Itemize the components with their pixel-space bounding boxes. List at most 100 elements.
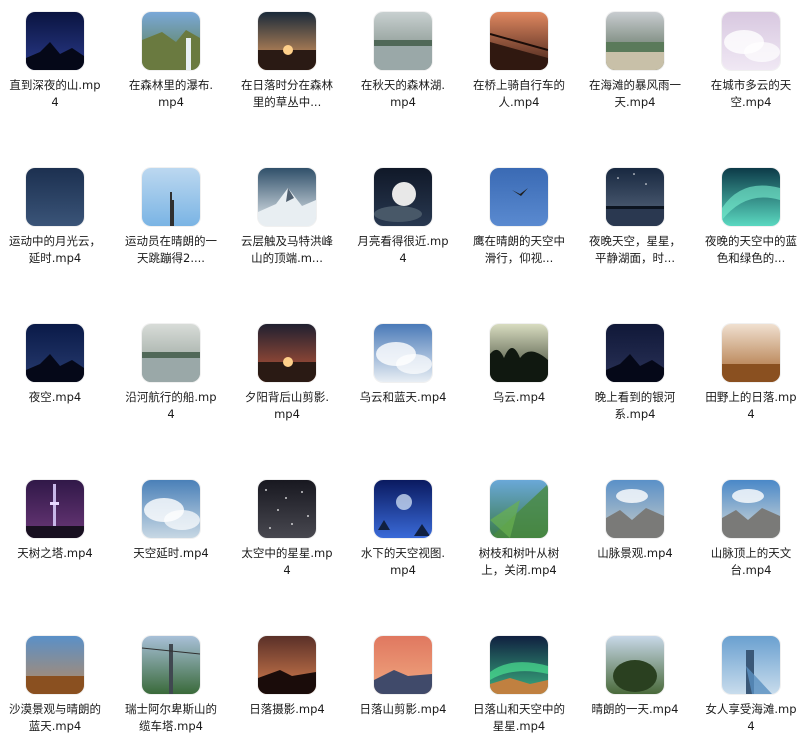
file-name-label: 乌云和蓝天.mp4 xyxy=(359,390,447,404)
file-item[interactable]: 乌云.mp4 xyxy=(469,324,569,406)
file-item[interactable]: 乌云和蓝天.mp4 xyxy=(353,324,453,406)
file-name-label: 沙漠景观与晴朗的蓝天.mp4 xyxy=(9,702,101,733)
dark-clouds-thumbnail[interactable] xyxy=(490,324,548,382)
moon-closeup-thumbnail[interactable] xyxy=(374,168,432,226)
file-item[interactable]: 夜晚天空，星星，平静湖面，时... xyxy=(585,168,685,267)
file-name-label: 瑞士阿尔卑斯山的缆车塔.mp4 xyxy=(125,702,217,733)
file-item[interactable]: 日落山剪影.mp4 xyxy=(353,636,453,718)
file-item[interactable]: 月亮看得很近.mp4 xyxy=(353,168,453,267)
file-name-label: 运动中的月光云，延时.mp4 xyxy=(9,234,101,265)
athlete-sky-thumbnail[interactable] xyxy=(142,168,200,226)
file-name-label: 晚上看到的银河系.mp4 xyxy=(594,390,676,421)
file-item[interactable]: 运动中的月光云，延时.mp4 xyxy=(5,168,105,267)
file-name-label: 月亮看得很近.mp4 xyxy=(357,234,449,265)
file-name-label: 在城市多云的天空.mp4 xyxy=(710,78,792,109)
sunny-day-thumbnail[interactable] xyxy=(606,636,664,694)
file-name-label: 在日落时分在森林里的草丛中... xyxy=(241,78,333,109)
field-sunset-thumbnail[interactable] xyxy=(722,324,780,382)
file-item[interactable]: 山脉顶上的天文台.mp4 xyxy=(701,480,800,579)
space-stars-thumbnail[interactable] xyxy=(258,480,316,538)
autumn-lake-thumbnail[interactable] xyxy=(374,12,432,70)
sunset-photography-thumbnail[interactable] xyxy=(258,636,316,694)
file-item[interactable]: 太空中的星星.mp4 xyxy=(237,480,337,579)
forest-waterfall-thumbnail[interactable] xyxy=(142,12,200,70)
file-item[interactable]: 日落山和天空中的星星.mp4 xyxy=(469,636,569,735)
file-item[interactable]: 晴朗的一天.mp4 xyxy=(585,636,685,718)
file-name-label: 夜晚的天空中的蓝色和绿色的... xyxy=(705,234,797,265)
file-item[interactable]: 晚上看到的银河系.mp4 xyxy=(585,324,685,423)
file-item[interactable]: 云层触及马特洪峰山的顶端.m... xyxy=(237,168,337,267)
file-item[interactable]: 沿河航行的船.mp4 xyxy=(121,324,221,423)
file-item[interactable]: 天空延时.mp4 xyxy=(121,480,221,562)
sunset-grass-thumbnail[interactable] xyxy=(258,12,316,70)
file-name-label: 乌云.mp4 xyxy=(492,390,546,404)
file-item[interactable]: 夜晚的天空中的蓝色和绿色的... xyxy=(701,168,800,267)
file-item[interactable]: 直到深夜的山.mp4 xyxy=(5,12,105,111)
desert-blue-sky-thumbnail[interactable] xyxy=(26,636,84,694)
file-item[interactable]: 鹰在晴朗的天空中滑行，仰视... xyxy=(469,168,569,267)
eagle-sky-thumbnail[interactable] xyxy=(490,168,548,226)
file-item[interactable]: 在桥上骑自行车的人.mp4 xyxy=(469,12,569,111)
matterhorn-thumbnail[interactable] xyxy=(258,168,316,226)
file-item[interactable]: 树枝和树叶从树上，关闭.mp4 xyxy=(469,480,569,579)
file-item[interactable]: 女人享受海滩.mp4 xyxy=(701,636,800,735)
sunset-mountain-silhouette-thumbnail[interactable] xyxy=(258,324,316,382)
sunset-stars-thumbnail[interactable] xyxy=(490,636,548,694)
file-name-label: 在桥上骑自行车的人.mp4 xyxy=(473,78,565,109)
file-name-label: 在海滩的暴风雨一天.mp4 xyxy=(589,78,681,109)
file-item[interactable]: 在城市多云的天空.mp4 xyxy=(701,12,800,111)
file-name-label: 日落山和天空中的星星.mp4 xyxy=(473,702,565,733)
skytree-tower-thumbnail[interactable] xyxy=(26,480,84,538)
file-item[interactable]: 在森林里的瀑布.mp4 xyxy=(121,12,221,111)
night-sky-thumbnail[interactable] xyxy=(26,324,84,382)
file-name-label: 夜晚天空，星星，平静湖面，时... xyxy=(589,234,681,265)
file-name-label: 云层触及马特洪峰山的顶端.m... xyxy=(241,234,333,265)
night-mountain-thumbnail[interactable] xyxy=(26,12,84,70)
bridge-bicycle-thumbnail[interactable] xyxy=(490,12,548,70)
mountain-landscape-thumbnail[interactable] xyxy=(606,480,664,538)
sunset-mountain-thumbnail[interactable] xyxy=(374,636,432,694)
cable-car-tower-thumbnail[interactable] xyxy=(142,636,200,694)
file-item[interactable]: 沙漠景观与晴朗的蓝天.mp4 xyxy=(5,636,105,735)
file-item[interactable]: 夜空.mp4 xyxy=(5,324,105,406)
woman-beach-thumbnail[interactable] xyxy=(722,636,780,694)
file-name-label: 晴朗的一天.mp4 xyxy=(591,702,679,716)
river-boat-thumbnail[interactable] xyxy=(142,324,200,382)
file-item[interactable]: 田野上的日落.mp4 xyxy=(701,324,800,423)
aurora-thumbnail[interactable] xyxy=(722,168,780,226)
file-item[interactable]: 在秋天的森林湖.mp4 xyxy=(353,12,453,111)
file-name-label: 直到深夜的山.mp4 xyxy=(9,78,101,109)
file-name-label: 山脉景观.mp4 xyxy=(597,546,673,560)
file-name-label: 天空延时.mp4 xyxy=(133,546,209,560)
milky-way-thumbnail[interactable] xyxy=(606,324,664,382)
file-item[interactable]: 山脉景观.mp4 xyxy=(585,480,685,562)
file-name-label: 田野上的日落.mp4 xyxy=(705,390,797,421)
mountain-observatory-thumbnail[interactable] xyxy=(722,480,780,538)
cloudy-city-sky-thumbnail[interactable] xyxy=(722,12,780,70)
file-name-label: 山脉顶上的天文台.mp4 xyxy=(710,546,792,577)
file-name-label: 太空中的星星.mp4 xyxy=(241,546,333,577)
file-grid: 直到深夜的山.mp4 在森林里的瀑布.mp4 在日落时分在森林里的草丛中... … xyxy=(0,0,800,742)
file-name-label: 树枝和树叶从树上，关闭.mp4 xyxy=(478,546,560,577)
file-name-label: 沿河航行的船.mp4 xyxy=(125,390,217,421)
file-item[interactable]: 夕阳背后山剪影.mp4 xyxy=(237,324,337,423)
file-item[interactable]: 运动员在晴朗的一天跳蹦得2.... xyxy=(121,168,221,267)
tree-leaves-thumbnail[interactable] xyxy=(490,480,548,538)
stormy-beach-thumbnail[interactable] xyxy=(606,12,664,70)
sky-timelapse-thumbnail[interactable] xyxy=(142,480,200,538)
file-item[interactable]: 瑞士阿尔卑斯山的缆车塔.mp4 xyxy=(121,636,221,735)
file-name-label: 天树之塔.mp4 xyxy=(17,546,93,560)
underwater-sky-thumbnail[interactable] xyxy=(374,480,432,538)
file-item[interactable]: 天树之塔.mp4 xyxy=(5,480,105,562)
file-name-label: 在秋天的森林湖.mp4 xyxy=(360,78,446,109)
file-name-label: 日落山剪影.mp4 xyxy=(359,702,447,716)
file-name-label: 夜空.mp4 xyxy=(28,390,82,404)
file-item[interactable]: 水下的天空视图.mp4 xyxy=(353,480,453,579)
night-lake-stars-thumbnail[interactable] xyxy=(606,168,664,226)
clouds-blue-sky-thumbnail[interactable] xyxy=(374,324,432,382)
file-item[interactable]: 在日落时分在森林里的草丛中... xyxy=(237,12,337,111)
moonlight-clouds-thumbnail[interactable] xyxy=(26,168,84,226)
file-item[interactable]: 在海滩的暴风雨一天.mp4 xyxy=(585,12,685,111)
file-item[interactable]: 日落摄影.mp4 xyxy=(237,636,337,718)
file-name-label: 夕阳背后山剪影.mp4 xyxy=(244,390,330,421)
